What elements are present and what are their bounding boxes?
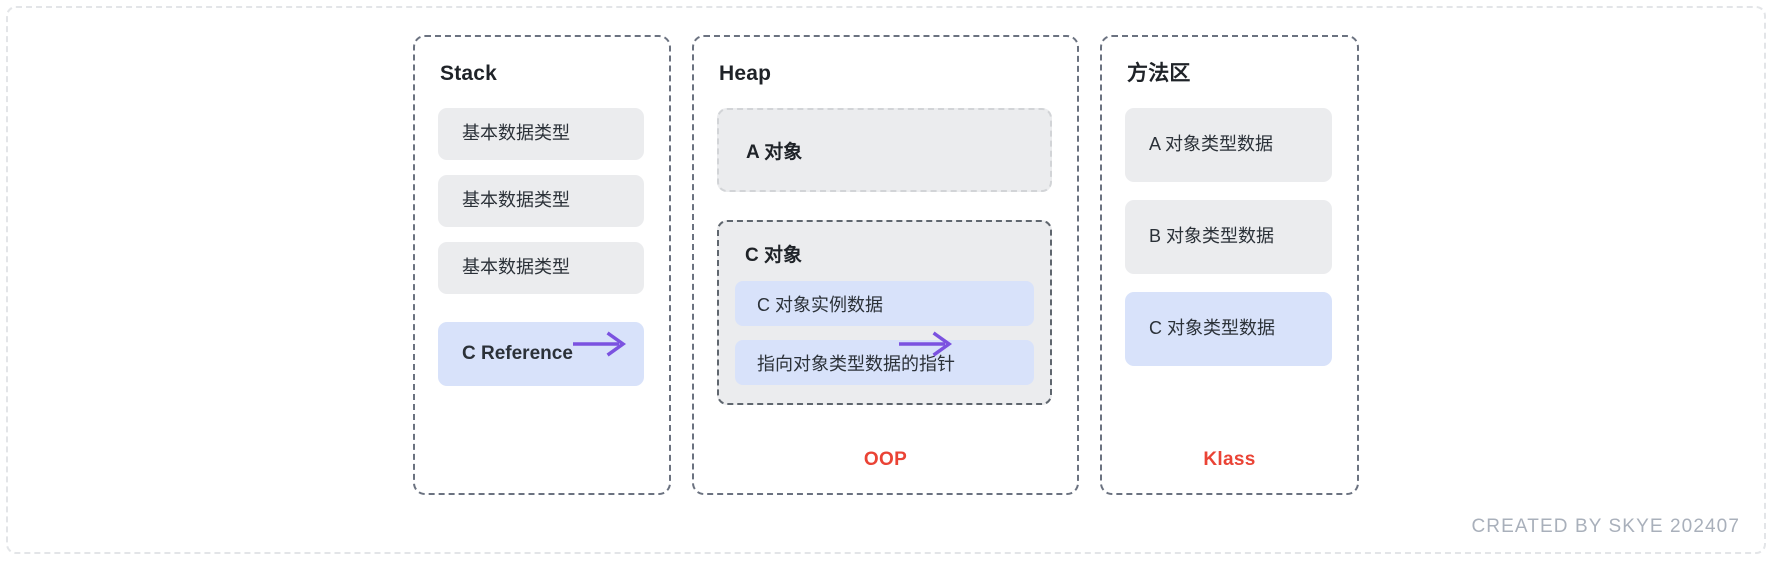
stack-primitive-cell-1: 基本数据类型 — [438, 108, 644, 161]
heap-footer-label-oop: OOP — [863, 449, 908, 470]
column-stack: Stack 基本数据类型 基本数据类型 基本数据类型 C Reference — [413, 35, 671, 495]
heap-object-c-title: C 对象 — [745, 245, 803, 267]
stack-c-reference-cell: C Reference — [438, 322, 644, 387]
column-title-stack: Stack — [440, 62, 498, 85]
column-title-method-area: 方法区 — [1127, 62, 1191, 85]
stack-primitive-cell-2: 基本数据类型 — [438, 175, 644, 228]
heap-object-c-instance-data: C 对象实例数据 — [735, 281, 1034, 327]
heap-object-c-type-pointer: 指向对象类型数据的指针 — [735, 340, 1034, 386]
method-area-type-data-c: C 对象类型数据 — [1125, 292, 1332, 367]
column-heap: Heap A 对象 C 对象 C 对象实例数据 指向对象类型数据的指针 OOP — [692, 35, 1079, 495]
column-method-area: 方法区 A 对象类型数据 B 对象类型数据 C 对象类型数据 Klass — [1100, 35, 1359, 495]
watermark-credit: CREATED BY SKYE 202407 — [1471, 516, 1740, 537]
stack-primitive-cell-3: 基本数据类型 — [438, 242, 644, 295]
columns-container: Stack 基本数据类型 基本数据类型 基本数据类型 C Reference H… — [413, 35, 1359, 495]
column-title-heap: Heap — [719, 62, 772, 85]
heap-object-c: C 对象 C 对象实例数据 指向对象类型数据的指针 — [717, 220, 1052, 406]
method-area-type-data-b: B 对象类型数据 — [1125, 200, 1332, 275]
method-area-type-data-a: A 对象类型数据 — [1125, 108, 1332, 183]
heap-object-a: A 对象 — [717, 108, 1052, 193]
method-area-footer-label-klass: Klass — [1203, 449, 1256, 470]
diagram-canvas: Stack 基本数据类型 基本数据类型 基本数据类型 C Reference H… — [0, 0, 1774, 562]
